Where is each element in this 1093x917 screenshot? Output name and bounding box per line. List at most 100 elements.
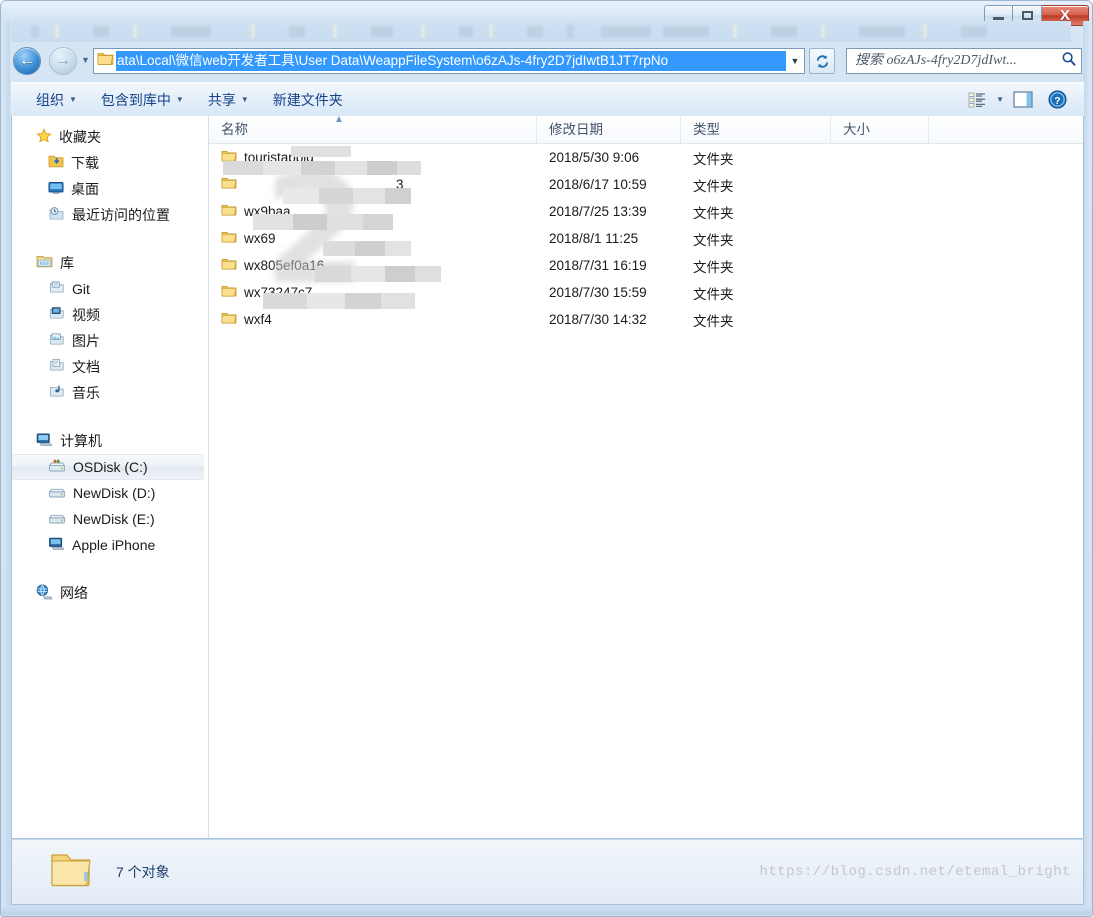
new-folder-button[interactable]: 新建文件夹 [264,86,352,114]
chevron-down-icon: ▼ [175,95,184,104]
folder-icon [221,149,237,166]
view-dropdown-icon[interactable]: ▼ [996,95,1004,104]
back-button[interactable]: ← [13,47,41,75]
folder-icon [221,311,237,328]
sidebar-item-network[interactable]: 网络 [12,580,208,606]
organize-button[interactable]: 组织 ▼ [27,86,86,114]
table-row[interactable]: wx805ef0a16 2018/7/31 16:19 文件夹 [209,252,1083,279]
navigation-pane[interactable]: 收藏夹 下载 桌面 最近访问的位置 库 Git 视频 图片 文档 音乐 计算机 … [12,116,209,838]
desktop-icon [48,181,64,198]
folder-icon [221,203,237,220]
history-dropdown-icon[interactable]: ▼ [81,55,90,65]
preview-pane-button[interactable] [1008,88,1038,112]
column-header-date-modified[interactable]: 修改日期 [537,116,681,144]
sidebar-item-favorites[interactable]: 收藏夹 [12,124,208,150]
sidebar-item-computer[interactable]: 计算机 [12,428,208,454]
address-path-text[interactable]: ata\Local\微信web开发者工具\User Data\WeappFile… [116,51,786,71]
refresh-button[interactable] [809,48,835,74]
sidebar-item-desktop[interactable]: 桌面 [12,176,208,202]
file-name-cell: wx69 [209,230,537,247]
search-input[interactable] [855,53,1061,69]
maximize-icon [1021,10,1033,20]
file-date-cell: 2018/5/30 9:06 [549,150,640,165]
recent-places-icon [48,206,65,224]
sidebar-item-downloads[interactable]: 下载 [12,150,208,176]
column-label: 名称 [221,121,248,137]
sidebar-item-git[interactable]: Git [12,276,208,302]
column-label: 大小 [843,121,870,137]
content-area: 收藏夹 下载 桌面 最近访问的位置 库 Git 视频 图片 文档 音乐 计算机 … [11,116,1084,839]
forward-button[interactable]: → [49,47,77,75]
toolbar-right-group: ▼ ? [962,88,1084,112]
file-name-cell: wx805ef0a16 [209,257,537,274]
address-bar[interactable]: ata\Local\微信web开发者工具\User Data\WeappFile… [93,48,805,74]
file-date-cell: 2018/7/31 16:19 [549,258,647,273]
nav-group-computer: 计算机 OSDisk (C:) NewDisk (D:) NewDisk (E:… [12,428,208,558]
file-name: wx69 [244,231,276,246]
sidebar-item-apple-iphone[interactable]: Apple iPhone [12,532,208,558]
share-button[interactable]: 共享 ▼ [199,86,258,114]
sidebar-item-documents[interactable]: 文档 [12,354,208,380]
column-label: 类型 [693,121,720,137]
file-date-cell: 2018/6/17 10:59 [549,177,647,192]
new-folder-label: 新建文件夹 [272,91,343,108]
file-type-cell: 文件夹 [693,178,734,194]
sidebar-item-newdisk-d[interactable]: NewDisk (D:) [12,480,208,506]
sidebar-item-libraries[interactable]: 库 [12,250,208,276]
file-name: touristappid [244,150,314,165]
table-row[interactable]: wx69 2018/8/1 11:25 文件夹 [209,225,1083,252]
sidebar-item-music[interactable]: 音乐 [12,380,208,406]
sidebar-item-videos[interactable]: 视频 [12,302,208,328]
window-right-edge [1083,21,1091,915]
sidebar-label: 音乐 [72,385,100,401]
help-button[interactable]: ? [1042,88,1072,112]
status-bar: 7 个对象 https://blog.csdn.net/etemal_brigh… [11,839,1084,905]
column-header-type[interactable]: 类型 [681,116,831,144]
window-bottom-edge [2,906,1091,915]
nav-group-network: 网络 [12,580,208,606]
sidebar-item-recent-places[interactable]: 最近访问的位置 [12,202,208,228]
column-header-size[interactable]: 大小 [831,116,929,144]
folder-icon [97,51,114,71]
include-in-library-label: 包含到库中 [100,91,171,108]
file-rows: touristappid 2018/5/30 9:06 文件夹 3 2018/6… [209,144,1083,333]
share-label: 共享 [207,91,236,108]
sidebar-item-pictures[interactable]: 图片 [12,328,208,354]
table-row[interactable]: 3 2018/6/17 10:59 文件夹 [209,171,1083,198]
search-icon[interactable] [1061,51,1077,72]
sidebar-label: OSDisk (C:) [73,459,148,475]
file-name: wxf4 [244,312,272,327]
table-row[interactable]: wxf4 2018/7/30 14:32 文件夹 [209,306,1083,333]
column-headers: 名称 ▲ 修改日期 类型 大小 [209,116,1083,144]
chevron-down-icon[interactable]: ▼ [786,49,804,73]
table-row[interactable]: wx9baa 2018/7/25 13:39 文件夹 [209,198,1083,225]
search-box[interactable] [846,48,1082,74]
music-icon [48,384,65,402]
folder-icon [221,176,237,193]
help-icon: ? [1047,90,1067,109]
view-options-icon [968,92,986,107]
include-in-library-button[interactable]: 包含到库中 ▼ [92,86,193,114]
sidebar-label: NewDisk (E:) [73,511,155,527]
svg-text:?: ? [1054,96,1060,107]
table-row[interactable]: touristappid 2018/5/30 9:06 文件夹 [209,144,1083,171]
column-header-name[interactable]: 名称 ▲ [209,116,537,144]
sidebar-item-osdisk-c[interactable]: OSDisk (C:) [12,454,204,480]
file-name-cell: 3 [209,176,537,193]
libraries-icon [36,254,53,272]
command-toolbar: 组织 ▼ 包含到库中 ▼ 共享 ▼ 新建文件夹 ▼ ? [11,82,1084,116]
status-object-count: 7 个对象 [116,864,170,880]
phone-device-icon [48,536,65,554]
file-list-pane[interactable]: 名称 ▲ 修改日期 类型 大小 touristappid 2018/5/30 9… [209,116,1083,838]
table-row[interactable]: wx73247c7 2018/7/30 15:59 文件夹 [209,279,1083,306]
change-view-button[interactable] [962,88,992,112]
file-name: wx73247c7 [244,285,313,300]
file-type-cell: 文件夹 [693,205,734,221]
file-type-cell: 文件夹 [693,259,734,275]
file-name: 3 [396,177,404,192]
file-date-cell: 2018/7/25 13:39 [549,204,647,219]
sidebar-item-newdisk-e[interactable]: NewDisk (E:) [12,506,208,532]
minimize-icon [993,16,1004,20]
